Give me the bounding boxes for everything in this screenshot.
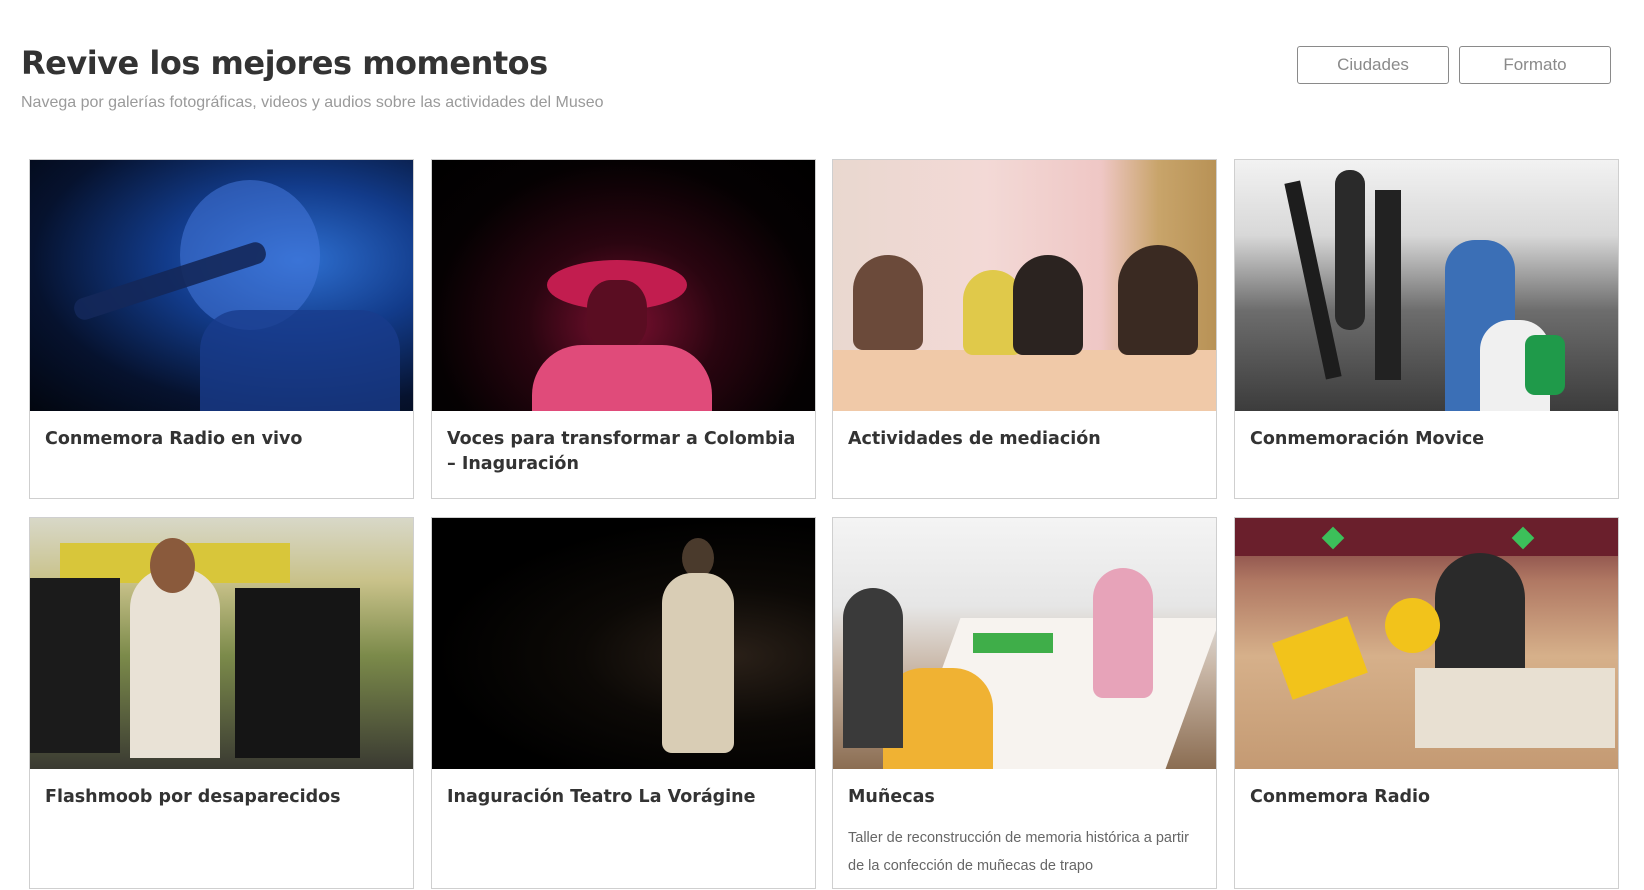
card-title: Flashmoob por desaparecidos [45,787,341,807]
page-subtitle: Navega por galerías fotográficas, videos… [21,94,604,111]
gallery-card[interactable]: Muñecas Taller de reconstrucción de memo… [832,517,1217,889]
format-filter-button[interactable]: Formato [1459,46,1611,84]
gallery-card[interactable]: Conmemora Radio en vivo [29,159,414,499]
card-image[interactable] [30,518,413,769]
card-title: Conmemoración Movice [1250,429,1485,449]
gallery-card[interactable]: Conmemoración Movice [1234,159,1619,499]
cities-filter-button[interactable]: Ciudades [1297,46,1449,84]
gallery-card[interactable]: Conmemora Radio [1234,517,1619,889]
card-title: Conmemora Radio en vivo [45,429,303,449]
gallery-card[interactable]: Actividades de mediación [832,159,1217,499]
gallery-card[interactable]: Voces para transformar a Colombia – Inag… [431,159,816,499]
card-image[interactable] [1235,518,1618,769]
card-image[interactable] [833,160,1216,411]
gallery-card[interactable]: Inaguración Teatro La Vorágine [431,517,816,889]
page-title: Revive los mejores momentos [21,44,548,82]
card-image[interactable] [1235,160,1618,411]
card-image[interactable] [432,518,815,769]
card-image[interactable] [432,160,815,411]
gallery-card[interactable]: Flashmoob por desaparecidos [29,517,414,889]
card-image[interactable] [833,518,1216,769]
card-title: Voces para transformar a Colombia – Inag… [447,429,796,474]
card-image[interactable] [30,160,413,411]
card-title: Muñecas [848,787,935,807]
card-description: Taller de reconstrucción de memoria hist… [848,830,1189,874]
card-title: Actividades de mediación [848,429,1101,449]
card-title: Inaguración Teatro La Vorágine [447,787,756,807]
card-title: Conmemora Radio [1250,787,1431,807]
